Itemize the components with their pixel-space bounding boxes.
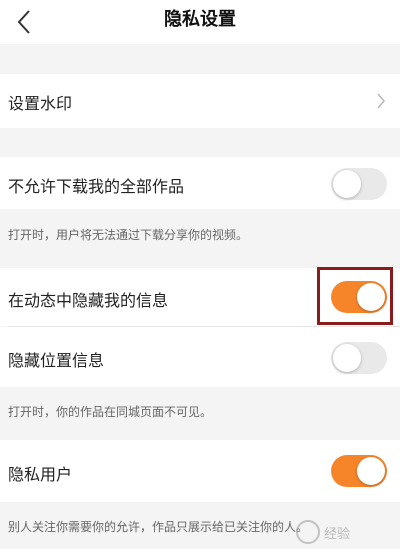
private-user-row: 隐私用户 — [0, 440, 400, 502]
baidu-jingyan-watermark: 经验 — [296, 519, 392, 545]
watermark-text: 经验 — [324, 526, 351, 542]
hide-in-feed-label: 在动态中隐藏我的信息 — [8, 291, 169, 310]
hide-location-label: 隐藏位置信息 — [8, 351, 105, 370]
chevron-right-icon — [377, 93, 386, 109]
no-download-row: 不允许下载我的全部作品 — [0, 157, 400, 209]
toggle-knob — [333, 170, 361, 198]
toggle-knob — [357, 457, 385, 485]
private-user-label: 隐私用户 — [8, 465, 73, 484]
highlight-box — [317, 267, 393, 325]
watermark-paw-icon — [296, 520, 320, 544]
watermark-setting-row[interactable]: 设置水印 — [0, 74, 400, 128]
hide-location-toggle[interactable] — [331, 342, 387, 374]
hide-location-row: 隐藏位置信息 — [0, 327, 400, 387]
private-user-toggle[interactable] — [331, 455, 387, 487]
page-title: 隐私设置 — [164, 9, 236, 30]
no-download-label: 不允许下载我的全部作品 — [8, 177, 185, 196]
navbar: 隐私设置 — [0, 0, 400, 44]
no-download-note: 打开时，用户将无法通过下载分享你的视频。 — [8, 228, 249, 242]
no-download-toggle[interactable] — [331, 168, 387, 200]
hide-location-note: 打开时，你的作品在同城页面不可见。 — [8, 405, 213, 419]
private-user-note: 别人关注你需要你的允许，作品只展示给已关注你的人。 — [8, 520, 309, 534]
toggle-knob — [333, 344, 361, 372]
watermark-setting-label: 设置水印 — [8, 94, 73, 113]
